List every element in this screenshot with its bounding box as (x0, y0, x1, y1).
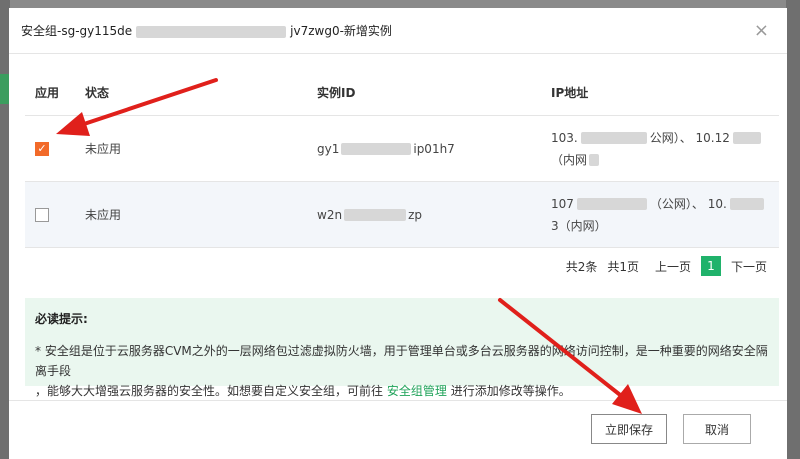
ip-line-2-text: （内网 (551, 152, 588, 167)
redacted-area (576, 198, 647, 210)
column-header-ip-address: IP地址 (551, 85, 589, 100)
table-header: 应用 状态 实例ID IP地址 (25, 70, 779, 116)
save-now-button[interactable]: 立即保存 (591, 414, 667, 444)
total-pages: 共1页 (607, 259, 639, 274)
ip-line-2: 3（内网） (551, 215, 779, 237)
total-count: 共2条 (565, 259, 598, 274)
security-group-management-link[interactable]: 安全组管理 (387, 384, 447, 398)
apply-cell: ✓ (25, 141, 75, 156)
notice-line-2-after: 进行添加修改等操作。 (450, 384, 571, 398)
current-page-button[interactable]: 1 (700, 256, 721, 276)
instance-id-suffix: zp (408, 207, 422, 222)
notice-title: 必读提示: (35, 312, 88, 326)
apply-cell (25, 207, 75, 222)
pagination: 共2条 共1页 上一页 1 下一页 (566, 256, 767, 276)
dialog-title-prefix: 安全组-sg-gy115de (21, 24, 133, 38)
instance-id: gy1 ip01h7 (307, 142, 539, 156)
redacted-area (729, 198, 764, 210)
ip-line-1: 107 （公网）、 10. (551, 193, 779, 215)
notice-body: * 安全组是位于云服务器CVM之外的一层网络包过滤虚拟防火墙，用于管理单台或多台… (35, 341, 769, 401)
dialog-title: 安全组-sg-gy115de jv7zwg0-新增实例 (21, 22, 392, 39)
redacted-area (589, 154, 600, 166)
ip-address: 103. 公网）、 10.12 （内网 (539, 127, 779, 171)
apply-checkbox[interactable]: ✓ (35, 141, 49, 156)
dialog-title-suffix: jv7zwg0-新增实例 (290, 24, 392, 38)
table-row: 未应用 w2n zp 107 （公网）、 10. 3（内网） (25, 182, 779, 248)
column-header-status: 状态 (85, 86, 110, 100)
status-text: 未应用 (85, 142, 122, 156)
column-header-instance-id: 实例ID (317, 86, 356, 100)
notice-line-1: * 安全组是位于云服务器CVM之外的一层网络包过滤虚拟防火墙，用于管理单台或多台… (35, 344, 768, 378)
redacted-area (344, 209, 407, 221)
ip-middle: 公网）、 10.12 (649, 130, 730, 145)
backdrop-right (786, 0, 800, 459)
prev-page-link[interactable]: 上一页 (655, 258, 691, 275)
footer-divider (9, 400, 787, 401)
ip-prefix: 103. (551, 130, 578, 145)
status-text: 未应用 (85, 208, 122, 222)
redacted-area (732, 132, 761, 144)
notice-line-2: ，能够大大增强云服务器的安全性。如想要自定义安全组，可前往 安全组管理 进行添加… (35, 381, 769, 401)
column-header-apply: 应用 (35, 86, 60, 100)
ip-prefix: 107 (551, 196, 574, 211)
cancel-button[interactable]: 取消 (683, 414, 751, 444)
ip-line-2: （内网 (551, 149, 779, 171)
add-instance-dialog: 安全组-sg-gy115de jv7zwg0-新增实例 × 应用 状态 实例ID … (9, 8, 787, 459)
redacted-area (580, 132, 647, 144)
instance-id: w2n zp (307, 208, 539, 222)
redacted-area (341, 143, 412, 155)
ip-line-1: 103. 公网）、 10.12 (551, 127, 779, 149)
table-row: ✓ 未应用 gy1 ip01h7 103. 公网）、 10.12 （内网 (25, 116, 779, 182)
close-icon[interactable]: × (754, 22, 769, 40)
instance-id-prefix: w2n (317, 207, 343, 222)
backdrop-top (0, 0, 800, 8)
instance-table: 应用 状态 实例ID IP地址 ✓ 未应用 gy1 ip01h7 103. 公网）、… (25, 70, 779, 248)
notice-line-2-before: ，能够大大增强云服务器的安全性。如想要自定义安全组，可前往 (35, 384, 384, 398)
notice-box: 必读提示: * 安全组是位于云服务器CVM之外的一层网络包过滤虚拟防火墙，用于管… (25, 298, 779, 398)
apply-checkbox[interactable] (35, 207, 49, 222)
ip-address: 107 （公网）、 10. 3（内网） (539, 193, 779, 237)
dialog-header: 安全组-sg-gy115de jv7zwg0-新增实例 × (9, 8, 787, 54)
ip-line-2-text: 3（内网） (551, 218, 607, 233)
next-page-link[interactable]: 下一页 (731, 258, 767, 275)
redacted-area (136, 25, 287, 38)
ip-middle: （公网）、 10. (649, 196, 727, 211)
instance-id-suffix: ip01h7 (413, 141, 455, 156)
instance-id-prefix: gy1 (317, 141, 340, 156)
